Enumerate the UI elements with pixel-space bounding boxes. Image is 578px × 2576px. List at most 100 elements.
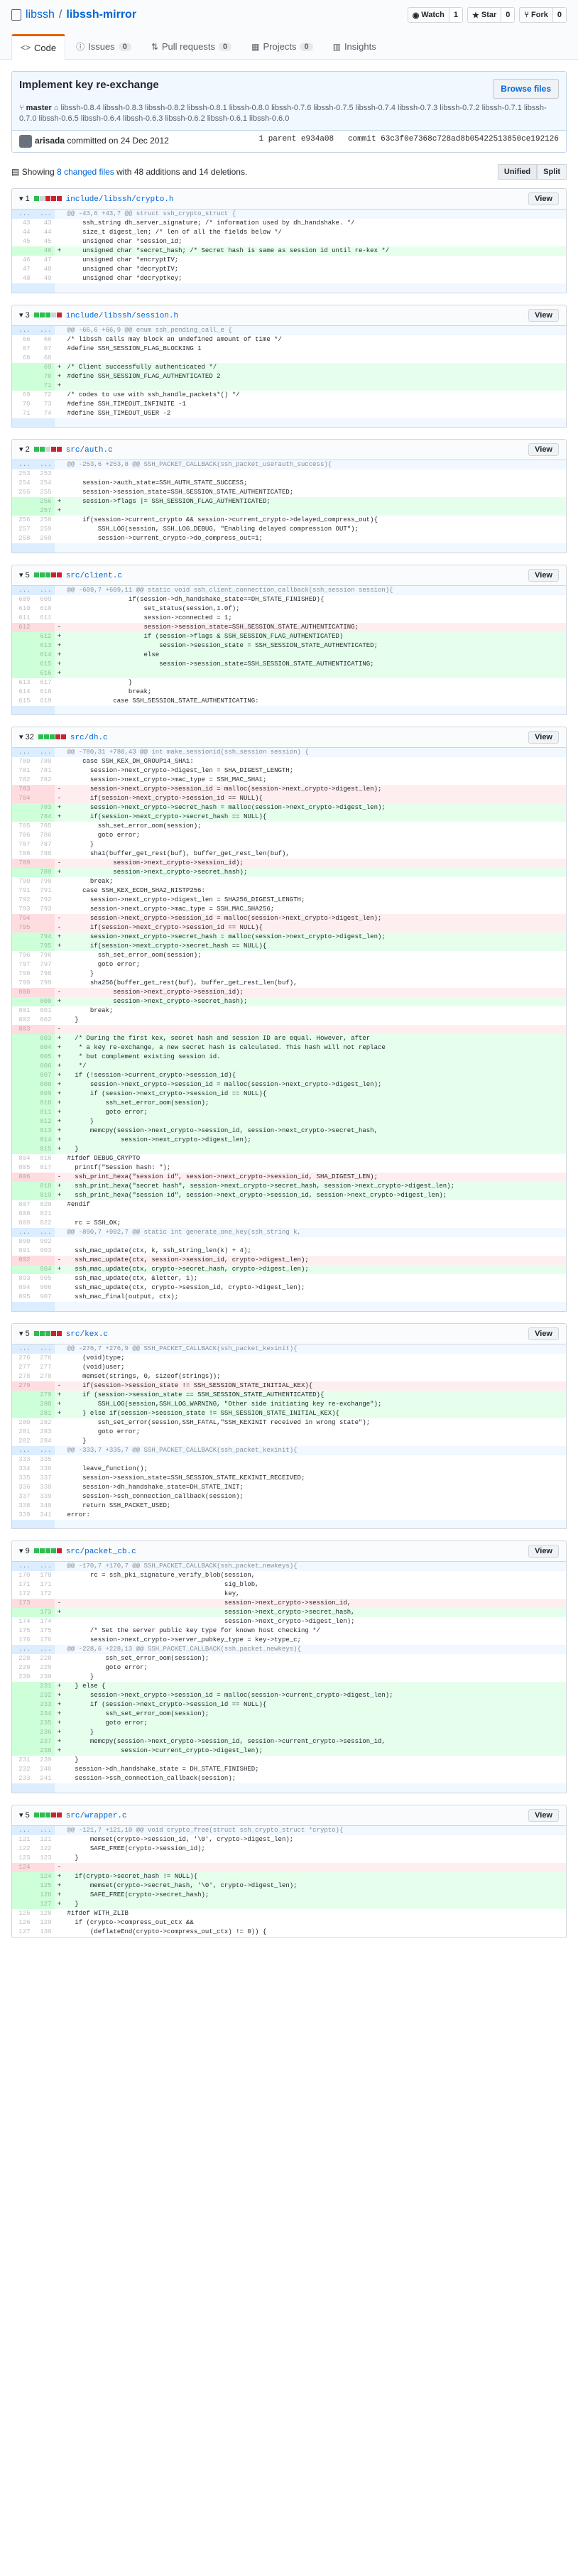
- old-line-number[interactable]: [11, 1519, 33, 1529]
- old-line-number[interactable]: ...: [11, 460, 33, 469]
- hunk-header[interactable]: ...... @@ -780,31 +780,43 @@ int make_ses…: [11, 748, 567, 757]
- old-line-number[interactable]: [11, 1783, 33, 1793]
- old-line-number[interactable]: [11, 371, 33, 381]
- new-line-number[interactable]: 336: [33, 1464, 55, 1474]
- hunk-header[interactable]: ...... @@ -170,7 +170,7 @@ SSH_PACKET_CAL…: [11, 1562, 567, 1571]
- old-line-number[interactable]: 232: [12, 1765, 33, 1774]
- new-line-number[interactable]: 799: [33, 979, 55, 988]
- new-line-number[interactable]: 240: [33, 1765, 55, 1774]
- old-line-number[interactable]: 279: [11, 1381, 33, 1391]
- watch-count[interactable]: 1: [448, 8, 463, 22]
- new-line-number[interactable]: 256: [33, 497, 55, 506]
- new-line-number[interactable]: 804: [33, 1043, 55, 1053]
- old-line-number[interactable]: 171: [12, 1580, 33, 1589]
- new-line-number[interactable]: 234: [33, 1710, 55, 1719]
- new-line-number[interactable]: 339: [33, 1492, 55, 1501]
- new-line-number[interactable]: 255: [33, 488, 55, 497]
- new-line-number[interactable]: 793: [33, 905, 55, 914]
- new-line-number[interactable]: 815: [33, 1145, 55, 1154]
- old-line-number[interactable]: 337: [12, 1492, 33, 1501]
- expand-row[interactable]: [11, 283, 567, 293]
- new-line-number[interactable]: [33, 1025, 55, 1034]
- old-line-number[interactable]: 801: [12, 1006, 33, 1016]
- old-line-number[interactable]: 334: [12, 1464, 33, 1474]
- changed-files-link[interactable]: 8 changed files: [57, 167, 114, 177]
- new-line-number[interactable]: 233: [33, 1700, 55, 1710]
- old-line-number[interactable]: 121: [12, 1835, 33, 1844]
- old-line-number[interactable]: [11, 1700, 33, 1710]
- new-line-number[interactable]: 822: [33, 1219, 55, 1228]
- old-line-number[interactable]: 125: [12, 1909, 33, 1918]
- old-line-number[interactable]: [11, 1136, 33, 1145]
- old-line-number[interactable]: ...: [11, 748, 33, 757]
- new-line-number[interactable]: 125: [33, 1881, 55, 1891]
- tab-projects[interactable]: ▦ Projects 0: [242, 34, 322, 59]
- new-line-number[interactable]: 780: [33, 757, 55, 766]
- old-line-number[interactable]: 895: [12, 1293, 33, 1302]
- hunk-header[interactable]: ...... @@ -228,6 +228,13 @@ SSH_PACKET_CA…: [11, 1645, 567, 1654]
- new-line-number[interactable]: 821: [33, 1210, 55, 1219]
- old-line-number[interactable]: 795: [11, 923, 33, 933]
- new-line-number[interactable]: 610: [33, 604, 55, 614]
- new-line-number[interactable]: 906: [33, 1283, 55, 1293]
- old-line-number[interactable]: 47: [12, 265, 33, 274]
- new-line-number[interactable]: 66: [33, 335, 55, 344]
- old-line-number[interactable]: [11, 1408, 33, 1418]
- old-line-number[interactable]: 614: [12, 688, 33, 697]
- old-line-number[interactable]: 127: [12, 1928, 33, 1938]
- new-line-number[interactable]: 786: [33, 831, 55, 840]
- new-line-number[interactable]: 124: [33, 1871, 55, 1881]
- old-line-number[interactable]: [11, 506, 33, 516]
- new-line-number[interactable]: [33, 543, 55, 553]
- old-line-number[interactable]: [11, 1728, 33, 1737]
- old-line-number[interactable]: 799: [12, 979, 33, 988]
- new-line-number[interactable]: 47: [33, 256, 55, 265]
- old-line-number[interactable]: 280: [12, 1418, 33, 1428]
- collapse-icon[interactable]: ▾: [19, 1330, 26, 1338]
- old-line-number[interactable]: 277: [12, 1363, 33, 1372]
- old-line-number[interactable]: ...: [11, 1344, 33, 1354]
- new-line-number[interactable]: 904: [33, 1265, 55, 1274]
- new-line-number[interactable]: 278: [33, 1372, 55, 1381]
- old-line-number[interactable]: 254: [12, 479, 33, 488]
- old-line-number[interactable]: ...: [11, 1825, 33, 1835]
- old-line-number[interactable]: [11, 868, 33, 877]
- new-line-number[interactable]: 902: [33, 1237, 55, 1246]
- old-line-number[interactable]: 892: [11, 1256, 33, 1265]
- old-line-number[interactable]: [11, 1737, 33, 1746]
- new-line-number[interactable]: ...: [33, 1445, 55, 1455]
- old-line-number[interactable]: 228: [12, 1654, 33, 1663]
- collapse-icon[interactable]: ▾: [19, 571, 26, 580]
- old-line-number[interactable]: [11, 1302, 33, 1311]
- file-path[interactable]: src/kex.c: [66, 1330, 108, 1339]
- old-line-number[interactable]: [11, 1089, 33, 1099]
- file-path[interactable]: src/auth.c: [66, 446, 113, 455]
- new-line-number[interactable]: 279: [33, 1390, 55, 1400]
- new-line-number[interactable]: 69: [33, 362, 55, 372]
- new-line-number[interactable]: 618: [33, 688, 55, 697]
- old-line-number[interactable]: [11, 246, 33, 256]
- old-line-number[interactable]: [11, 1399, 33, 1409]
- new-line-number[interactable]: 903: [33, 1246, 55, 1256]
- old-line-number[interactable]: 336: [12, 1483, 33, 1492]
- new-line-number[interactable]: 813: [33, 1126, 55, 1136]
- old-line-number[interactable]: [11, 668, 33, 678]
- new-line-number[interactable]: [33, 418, 55, 428]
- old-line-number[interactable]: 69: [12, 391, 33, 400]
- new-line-number[interactable]: [33, 1256, 55, 1265]
- new-line-number[interactable]: 807: [33, 1071, 55, 1080]
- old-line-number[interactable]: ...: [11, 1562, 33, 1571]
- old-line-number[interactable]: [11, 942, 33, 951]
- old-line-number[interactable]: 806: [11, 1173, 33, 1182]
- old-line-number[interactable]: 123: [12, 1854, 33, 1863]
- old-line-number[interactable]: 780: [12, 757, 33, 766]
- old-line-number[interactable]: 796: [12, 951, 33, 960]
- old-line-number[interactable]: 48: [12, 274, 33, 283]
- new-line-number[interactable]: 613: [33, 641, 55, 651]
- new-line-number[interactable]: 281: [33, 1408, 55, 1418]
- old-line-number[interactable]: 175: [12, 1626, 33, 1636]
- new-line-number[interactable]: 170: [33, 1571, 55, 1580]
- old-line-number[interactable]: [11, 1871, 33, 1881]
- new-line-number[interactable]: 67: [33, 344, 55, 354]
- new-line-number[interactable]: 817: [33, 1163, 55, 1173]
